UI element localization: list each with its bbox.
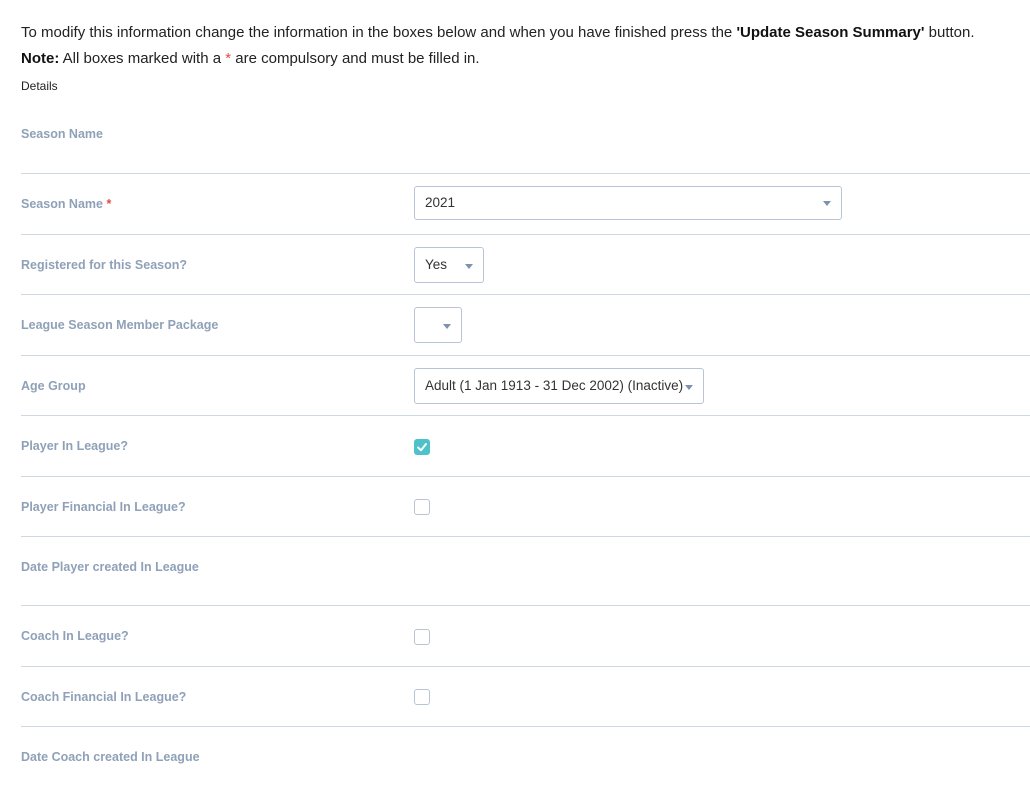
coach-financial-label: Coach Financial In League? bbox=[21, 690, 187, 704]
coach-in-league-checkbox[interactable] bbox=[414, 629, 430, 645]
row-season-name: Season Name * 2021 bbox=[21, 173, 1030, 235]
player-in-league-label: Player In League? bbox=[21, 439, 128, 453]
registered-label: Registered for this Season? bbox=[21, 258, 188, 272]
required-star: * bbox=[106, 197, 112, 211]
registered-select[interactable]: Yes bbox=[414, 247, 484, 283]
player-in-league-checkbox[interactable] bbox=[414, 439, 430, 455]
date-coach-created-label: Date Coach created In League bbox=[21, 750, 200, 764]
row-coach-in-league: Coach In League? bbox=[21, 605, 1030, 667]
player-financial-checkbox[interactable] bbox=[414, 499, 430, 515]
chevron-down-icon bbox=[443, 324, 451, 329]
chevron-down-icon bbox=[685, 385, 693, 390]
checkmark-icon bbox=[417, 443, 427, 452]
instructions-line-1: To modify this information change the in… bbox=[21, 24, 975, 41]
chevron-down-icon bbox=[465, 264, 473, 269]
row-coach-financial: Coach Financial In League? bbox=[21, 666, 1030, 727]
row-member-package: League Season Member Package bbox=[21, 294, 1030, 356]
update-season-summary-ref: 'Update Season Summary' bbox=[736, 24, 925, 41]
row-age-group: Age Group Adult (1 Jan 1913 - 31 Dec 200… bbox=[21, 355, 1030, 416]
season-name-label: Season Name * bbox=[21, 197, 112, 211]
coach-in-league-label: Coach In League? bbox=[21, 629, 129, 643]
date-player-created-label: Date Player created In League bbox=[21, 560, 199, 574]
row-date-coach-created: Date Coach created In League bbox=[21, 726, 1030, 796]
row-registered: Registered for this Season? Yes bbox=[21, 234, 1030, 295]
note-label: Note: bbox=[21, 50, 60, 67]
instructions: To modify this information change the in… bbox=[21, 20, 1021, 72]
member-package-label: League Season Member Package bbox=[21, 318, 219, 332]
instructions-note: Note: All boxes marked with a * are comp… bbox=[21, 50, 480, 67]
member-package-select[interactable] bbox=[414, 307, 462, 343]
section-title-season-name: Season Name bbox=[21, 127, 103, 141]
age-group-select[interactable]: Adult (1 Jan 1913 - 31 Dec 2002) (Inacti… bbox=[414, 368, 704, 404]
season-name-select[interactable]: 2021 bbox=[414, 186, 842, 220]
row-player-financial: Player Financial In League? bbox=[21, 476, 1030, 537]
row-player-in-league: Player In League? bbox=[21, 415, 1030, 477]
chevron-down-icon bbox=[823, 201, 831, 206]
coach-financial-checkbox[interactable] bbox=[414, 689, 430, 705]
player-financial-label: Player Financial In League? bbox=[21, 500, 186, 514]
row-date-player-created: Date Player created In League bbox=[21, 536, 1030, 606]
details-heading: Details bbox=[21, 79, 58, 93]
age-group-label: Age Group bbox=[21, 379, 86, 393]
